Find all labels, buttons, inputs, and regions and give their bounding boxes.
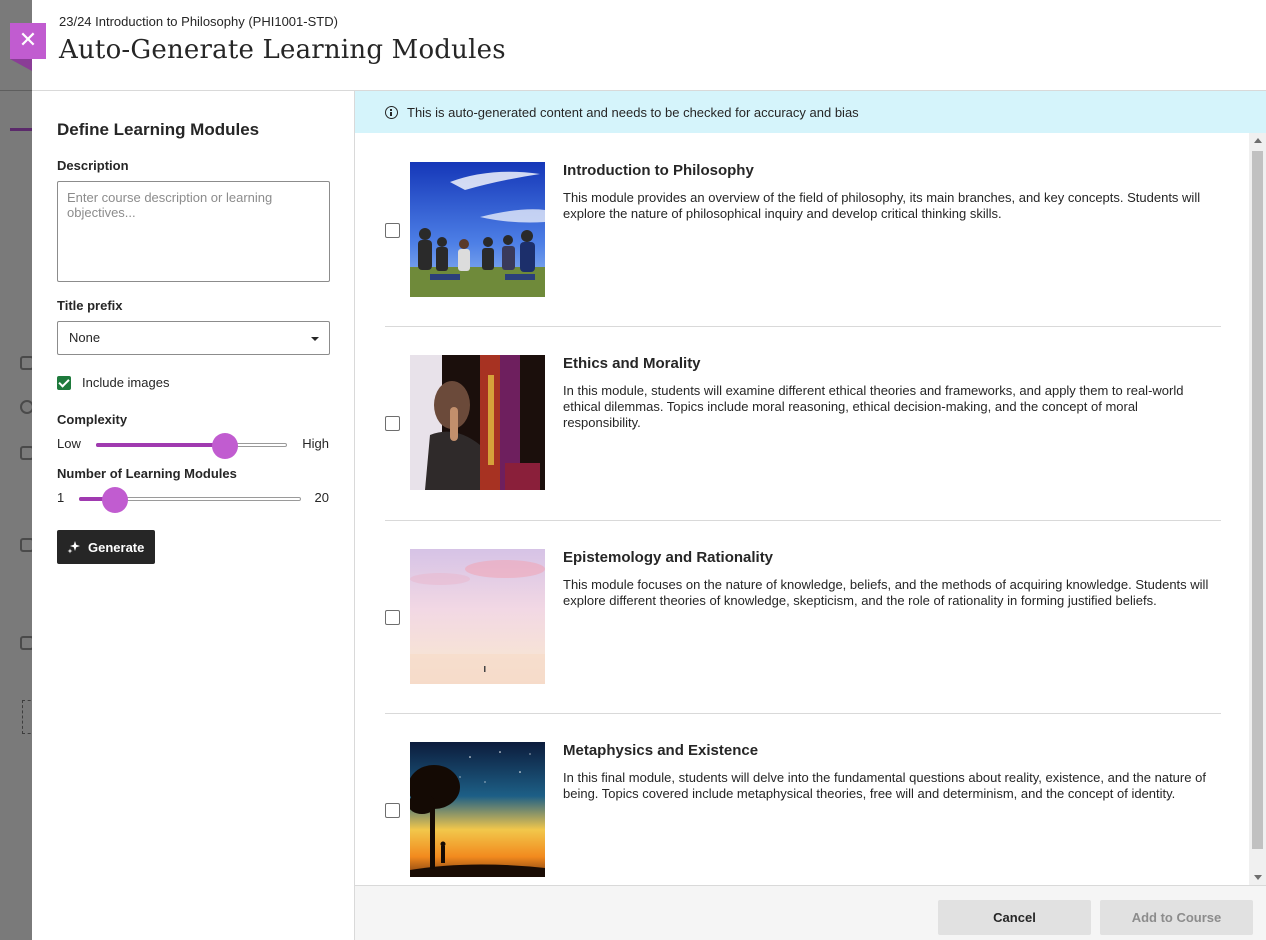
generate-modules-panel: 23/24 Introduction to Philosophy (PHI100…: [32, 0, 1266, 940]
modules-min-label: 1: [57, 490, 65, 505]
module-image: [410, 162, 545, 297]
module-checkbox[interactable]: [385, 223, 400, 238]
module-description: This module provides an overview of the …: [563, 190, 1201, 221]
page-title: Auto-Generate Learning Modules: [59, 35, 506, 65]
complexity-slider-fill: [96, 443, 224, 447]
module-checkbox[interactable]: [385, 803, 400, 818]
module-title: Introduction to Philosophy: [563, 162, 754, 179]
generate-button[interactable]: Generate: [57, 530, 155, 564]
close-button-fold: [10, 59, 32, 71]
sparkle-icon: [67, 541, 80, 554]
scroll-down-icon[interactable]: [1254, 875, 1262, 880]
module-title: Metaphysics and Existence: [563, 742, 759, 759]
modules-count-slider-row: 1 20: [57, 483, 329, 513]
title-prefix-value: None: [69, 330, 101, 345]
title-prefix-select[interactable]: None: [57, 321, 330, 355]
module-description: This module focuses on the nature of kno…: [563, 577, 1209, 608]
add-to-course-button[interactable]: Add to Course: [1100, 900, 1253, 935]
modules-count-label: Number of Learning Modules: [57, 466, 237, 481]
module-item: Introduction to Philosophy This module p…: [385, 133, 1221, 327]
include-images-label: Include images: [82, 375, 170, 390]
panel-header: 23/24 Introduction to Philosophy (PHI100…: [32, 0, 1266, 91]
cancel-button[interactable]: Cancel: [938, 900, 1091, 935]
description-field[interactable]: [57, 181, 330, 282]
complexity-slider[interactable]: [96, 433, 287, 459]
banner-text: This is auto-generated content and needs…: [407, 104, 859, 120]
scroll-up-icon[interactable]: [1254, 138, 1262, 143]
module-image: [410, 355, 545, 490]
module-title: Ethics and Morality: [563, 355, 701, 372]
include-images-row: Include images: [57, 375, 329, 390]
complexity-low-label: Low: [57, 436, 81, 451]
complexity-high-label: High: [302, 436, 329, 451]
background-tab-indicator: [10, 128, 34, 131]
module-description: In this module, students will examine di…: [563, 383, 1184, 430]
panel-footer: Cancel Add to Course: [355, 885, 1266, 940]
scrollbar-thumb[interactable]: [1252, 151, 1263, 849]
close-icon: ✕: [18, 28, 38, 53]
module-checkbox[interactable]: [385, 416, 400, 431]
module-image: [410, 549, 545, 684]
modules-max-label: 20: [314, 490, 329, 505]
ai-disclaimer-banner: This is auto-generated content and needs…: [355, 91, 1266, 133]
section-title: Define Learning Modules: [57, 120, 260, 139]
close-button[interactable]: ✕: [10, 23, 46, 59]
complexity-slider-handle[interactable]: [212, 433, 238, 459]
modules-scrollbar[interactable]: [1249, 133, 1266, 885]
complexity-label: Complexity: [57, 412, 128, 427]
module-checkbox[interactable]: [385, 610, 400, 625]
title-prefix-label: Title prefix: [57, 298, 123, 313]
generate-label: Generate: [88, 539, 145, 555]
results-pane: This is auto-generated content and needs…: [355, 91, 1266, 885]
define-modules-form: Define Learning Modules Description Titl…: [32, 91, 355, 940]
include-images-checkbox[interactable]: [57, 375, 71, 390]
description-label: Description: [57, 158, 129, 173]
breadcrumb: 23/24 Introduction to Philosophy (PHI100…: [59, 14, 338, 29]
module-description: In this final module, students will delv…: [563, 770, 1206, 801]
modules-list: Introduction to Philosophy This module p…: [355, 133, 1249, 885]
module-item: Metaphysics and Existence In this final …: [385, 713, 1221, 885]
modules-count-slider[interactable]: [79, 487, 301, 513]
module-item: Ethics and Morality In this module, stud…: [385, 326, 1221, 520]
complexity-slider-row: Low High: [57, 429, 329, 459]
chevron-down-icon: [311, 337, 319, 341]
info-icon: [385, 105, 398, 119]
module-item: Epistemology and Rationality This module…: [385, 520, 1221, 714]
module-title: Epistemology and Rationality: [563, 549, 774, 566]
modules-count-slider-handle[interactable]: [102, 487, 128, 513]
module-image: [410, 742, 545, 877]
